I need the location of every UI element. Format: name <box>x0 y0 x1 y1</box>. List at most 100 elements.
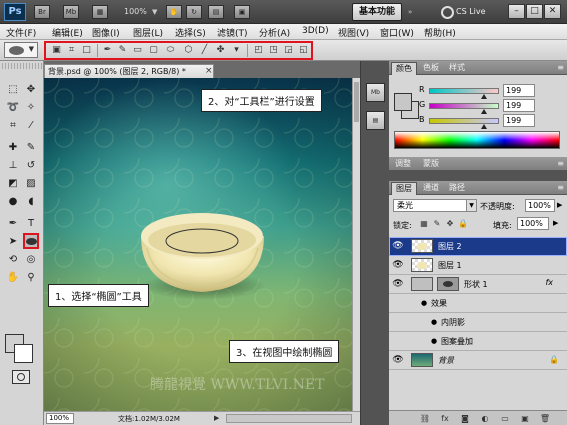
view-extras-button[interactable]: ▦ <box>92 5 108 19</box>
path-selection-tool-icon[interactable]: ➤ <box>5 233 21 249</box>
effect-visibility-icon[interactable]: ● <box>421 299 427 307</box>
clone-stamp-tool-icon[interactable]: ⊥ <box>5 157 21 173</box>
paths-icon[interactable]: ⌗ <box>65 44 78 56</box>
pen-tool-icon[interactable]: ✒ <box>5 215 21 231</box>
effect-visibility-icon[interactable]: ● <box>431 318 437 326</box>
magic-wand-tool-icon[interactable]: ✧ <box>23 99 39 115</box>
workspace-essentials-button[interactable]: 基本功能 <box>352 3 402 21</box>
eraser-tool-icon[interactable]: ◩ <box>5 175 21 191</box>
menu-analysis[interactable]: 分析(A) <box>259 26 290 39</box>
lock-transparent-icon[interactable]: ▦ <box>419 219 429 229</box>
lock-position-icon[interactable]: ✥ <box>445 219 455 229</box>
channel-value-field[interactable]: 199 <box>503 99 535 112</box>
tab-adjustments[interactable]: 调整 <box>391 158 415 171</box>
zoom-level[interactable]: 100% <box>124 7 147 16</box>
toolbox-grip[interactable] <box>2 63 42 69</box>
3d-orbit-tool-icon[interactable]: ◎ <box>23 251 39 267</box>
document-tab[interactable]: 背景.psd @ 100% (图层 2, RGB/8) * × <box>44 64 214 78</box>
ellipse-tool-button[interactable] <box>23 233 39 249</box>
menu-image[interactable]: 图像(I) <box>92 26 120 39</box>
slider-thumb-icon[interactable] <box>480 124 487 129</box>
vertical-scrollbar[interactable] <box>352 78 360 411</box>
healing-brush-tool-icon[interactable]: ✚ <box>5 139 21 155</box>
subtract-shape-icon[interactable]: ◲ <box>282 44 295 56</box>
menu-window[interactable]: 窗口(W) <box>380 26 414 39</box>
menu-edit[interactable]: 编辑(E) <box>52 26 83 39</box>
fill-pixels-icon[interactable]: □ <box>80 44 93 56</box>
color-spectrum[interactable] <box>394 131 560 149</box>
channel-value-field[interactable]: 199 <box>503 114 535 127</box>
blur-tool-icon[interactable]: ● <box>5 193 21 209</box>
slider-thumb-icon[interactable] <box>480 94 487 99</box>
zoom-dropdown-icon[interactable]: ▼ <box>152 8 157 16</box>
vector-mask-thumbnail[interactable] <box>437 277 459 291</box>
screen-mode-button[interactable]: ▣ <box>234 5 250 19</box>
zoom-tool-icon[interactable]: ⚲ <box>23 269 39 285</box>
cslive-label[interactable]: CS Live <box>456 7 486 16</box>
layer-row[interactable]: ● 效果 <box>389 294 567 313</box>
polygon-icon[interactable]: ⬡ <box>182 44 195 56</box>
tool-preset-picker[interactable]: ▼ <box>4 42 38 58</box>
create-new-shape-icon[interactable]: ◰ <box>252 44 265 56</box>
marquee-tool-icon[interactable]: ⬚ <box>5 81 21 97</box>
geometry-options-icon[interactable]: ▾ <box>230 44 243 56</box>
foreground-swatch[interactable] <box>394 93 412 111</box>
launch-mini-bridge-button[interactable]: Mb <box>63 5 79 19</box>
gradient-tool-icon[interactable]: ▨ <box>23 175 39 191</box>
mini-bridge-panel-icon[interactable]: Mb <box>366 83 385 102</box>
adjustment-layer-icon[interactable]: ◐ <box>479 413 491 424</box>
dodge-tool-icon[interactable]: ◖ <box>23 193 39 209</box>
3d-rotate-tool-icon[interactable]: ⟲ <box>5 251 21 267</box>
tab-swatches[interactable]: 色板 <box>419 62 443 75</box>
visibility-eye-icon[interactable]: 👁 <box>392 240 404 252</box>
blend-mode-select[interactable]: 柔光 ▼ <box>393 199 477 212</box>
menu-layer[interactable]: 图层(L) <box>133 26 163 39</box>
pen-icon[interactable]: ✒ <box>101 44 114 56</box>
ellipse-icon[interactable]: ⬭ <box>164 44 177 56</box>
layer-mask-icon[interactable]: ◙ <box>459 413 471 424</box>
menu-help[interactable]: 帮助(H) <box>424 26 456 39</box>
visibility-eye-icon[interactable]: 👁 <box>392 354 404 366</box>
lock-all-icon[interactable]: 🔒 <box>458 219 468 229</box>
layer-style-icon[interactable]: fx <box>439 413 451 424</box>
background-color-swatch[interactable] <box>14 344 33 363</box>
channel-slider[interactable] <box>429 88 499 94</box>
close-button[interactable]: ✕ <box>544 4 561 19</box>
arrange-documents-button[interactable]: ▤ <box>208 5 224 19</box>
history-brush-tool-icon[interactable]: ↺ <box>23 157 39 173</box>
panel-menu-icon[interactable]: ≡ <box>557 159 564 168</box>
channel-slider[interactable] <box>429 103 499 109</box>
tab-layers[interactable]: 图层 <box>391 182 417 195</box>
fill-slider-icon[interactable]: ▶ <box>553 219 558 227</box>
cslive-icon[interactable] <box>441 6 454 19</box>
hand-tool-button[interactable]: ✋ <box>166 5 182 19</box>
menu-select[interactable]: 选择(S) <box>175 26 206 39</box>
line-icon[interactable]: ╱ <box>198 44 211 56</box>
crop-tool-icon[interactable]: ⌗ <box>5 117 21 133</box>
layer-row[interactable]: 👁 图层 1 <box>389 256 567 275</box>
restore-button[interactable]: □ <box>526 4 543 19</box>
visibility-eye-icon[interactable]: 👁 <box>392 278 404 290</box>
eyedropper-tool-icon[interactable]: ⁄ <box>23 117 39 133</box>
zoom-field[interactable]: 100% <box>46 413 74 424</box>
freeform-pen-icon[interactable]: ✎ <box>116 44 129 56</box>
move-tool-icon[interactable]: ✥ <box>23 81 39 97</box>
lock-image-icon[interactable]: ✎ <box>432 219 442 229</box>
opacity-slider-icon[interactable]: ▶ <box>557 201 562 209</box>
trash-icon[interactable]: 🗑 <box>539 413 551 424</box>
tab-masks[interactable]: 蒙版 <box>419 158 443 171</box>
layer-row[interactable]: ● 图案叠加 <box>389 332 567 351</box>
horizontal-scrollbar[interactable] <box>226 414 352 423</box>
custom-shape-icon[interactable]: ✤ <box>214 44 227 56</box>
link-layers-icon[interactable]: ⛓ <box>419 413 431 424</box>
layer-thumbnail[interactable] <box>411 258 433 272</box>
shape-layers-icon[interactable]: ▣ <box>50 44 63 56</box>
layer-row[interactable]: 👁 图层 2 <box>389 237 567 256</box>
close-document-icon[interactable]: × <box>205 65 213 78</box>
shape-color-thumbnail[interactable] <box>411 277 433 291</box>
channel-slider[interactable] <box>429 118 499 124</box>
fill-field[interactable]: 100% <box>517 217 549 230</box>
layer-row[interactable]: 👁 形状 1 fx <box>389 275 567 294</box>
effect-visibility-icon[interactable]: ● <box>431 337 437 345</box>
quick-mask-button[interactable] <box>12 370 30 384</box>
